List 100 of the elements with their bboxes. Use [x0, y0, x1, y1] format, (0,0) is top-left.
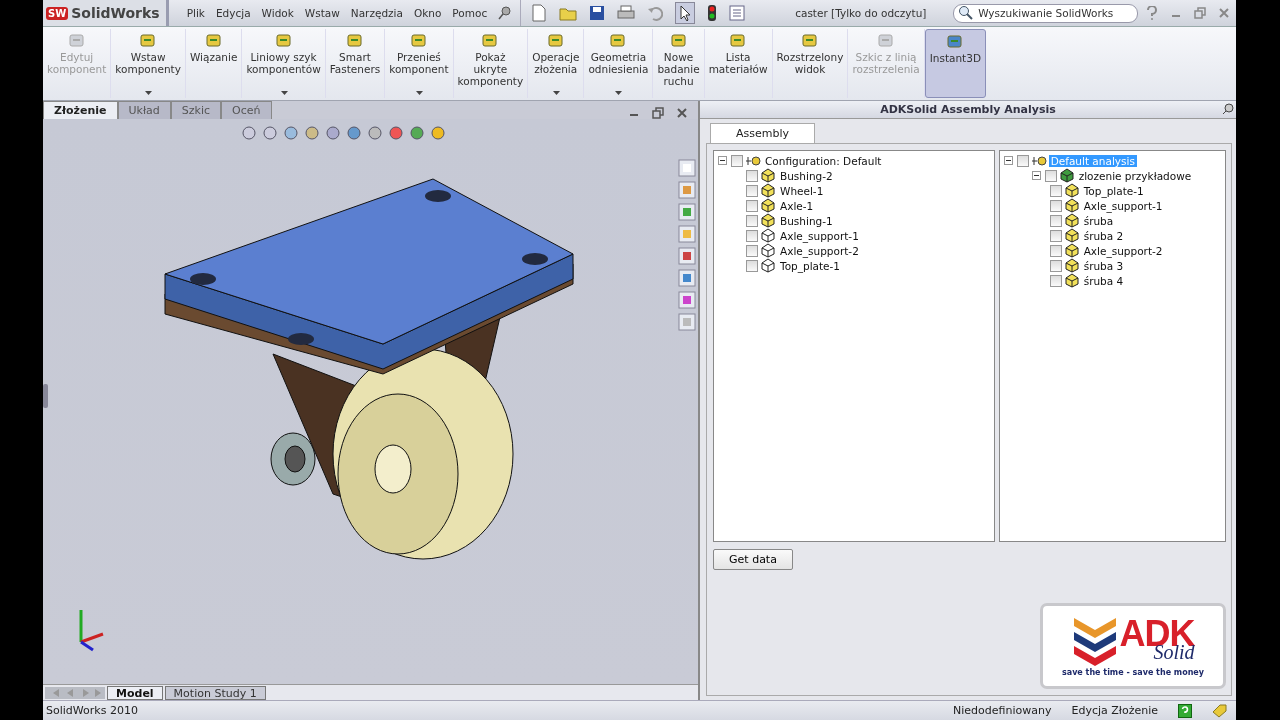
- close-icon[interactable]: [676, 107, 688, 119]
- tool-icon: [204, 32, 223, 50]
- checkbox[interactable]: [1049, 244, 1062, 257]
- ribbon-button[interactable]: Instant3D: [924, 29, 986, 98]
- tool-icon: [546, 32, 565, 50]
- save-icon[interactable]: [589, 5, 606, 21]
- tree-item[interactable]: Axle_support-2: [778, 244, 861, 257]
- menu-item[interactable]: Wstaw: [304, 7, 340, 19]
- status-text: SolidWorks 2010: [46, 704, 138, 717]
- checkbox[interactable]: [746, 244, 758, 257]
- collapse-icon[interactable]: [1003, 156, 1013, 165]
- menu-item[interactable]: Plik: [186, 7, 205, 19]
- tree-item[interactable]: Axle_support-1: [778, 229, 861, 242]
- ribbon-button[interactable]: Wiązanie: [185, 29, 243, 98]
- checkbox[interactable]: [746, 229, 758, 242]
- menu-item[interactable]: Edycja: [215, 7, 251, 19]
- checkbox[interactable]: [746, 199, 758, 212]
- get-data-button[interactable]: Get data: [713, 549, 793, 570]
- tree-item[interactable]: Configuration: Default: [763, 154, 884, 167]
- tree-item[interactable]: zlozenie przykładowe: [1076, 169, 1194, 182]
- ribbon-button[interactable]: Nowe badanie ruchu: [653, 29, 705, 98]
- tree-item[interactable]: Top_plate-1: [1081, 184, 1146, 197]
- search-field[interactable]: Wyszukiwanie SolidWorks: [953, 3, 1139, 23]
- tool-icon: [800, 32, 819, 50]
- checkbox[interactable]: [746, 259, 758, 272]
- checkbox[interactable]: [1044, 169, 1057, 182]
- new-document-icon[interactable]: [531, 4, 548, 22]
- help-icon[interactable]: [1178, 703, 1192, 718]
- select-pointer-icon[interactable]: [675, 2, 696, 24]
- print-icon[interactable]: [617, 5, 636, 21]
- collapse-icon[interactable]: [718, 156, 727, 165]
- tree-item[interactable]: Wheel-1: [778, 184, 826, 197]
- collapse-icon[interactable]: [1031, 171, 1041, 180]
- checkbox[interactable]: [746, 214, 758, 227]
- model-tab[interactable]: Model: [107, 685, 163, 700]
- checkbox[interactable]: [746, 184, 758, 197]
- menu-item[interactable]: Okno: [413, 7, 442, 19]
- checkbox[interactable]: [1049, 259, 1062, 272]
- menu-item[interactable]: Pomoc: [452, 7, 488, 19]
- tree-item[interactable]: śruba 4: [1081, 274, 1126, 287]
- panel-tab[interactable]: Assembly: [710, 123, 816, 143]
- panel-title: ADKSolid Assembly Analysis: [880, 103, 1056, 116]
- app-logo: SW SolidWorks: [43, 0, 169, 26]
- tool-icon: [139, 32, 158, 50]
- status-text: Edycja Złożenie: [1071, 704, 1158, 717]
- tree-item[interactable]: Bushing-1: [778, 214, 835, 227]
- checkbox[interactable]: [1049, 199, 1062, 212]
- checkbox[interactable]: [1049, 184, 1062, 197]
- ribbon-button[interactable]: Geometria odniesienia: [584, 29, 654, 98]
- undo-icon[interactable]: [647, 5, 664, 21]
- search-icon: [958, 5, 975, 21]
- ribbon-button[interactable]: Rozstrzelony widok: [772, 29, 849, 98]
- window-title: caster [Tylko do odczytu]: [795, 7, 928, 19]
- tree-item[interactable]: Axle_support-1: [1081, 199, 1165, 212]
- restore-icon[interactable]: [652, 107, 664, 119]
- open-folder-icon[interactable]: [559, 5, 578, 21]
- command-tab[interactable]: Złożenie: [43, 101, 118, 119]
- tree-item[interactable]: Bushing-2: [778, 169, 835, 182]
- close-icon[interactable]: [1218, 7, 1230, 19]
- ribbon-button[interactable]: Pokaż ukryte komponenty: [453, 29, 529, 98]
- configuration-icon: [745, 154, 761, 167]
- options-list-icon[interactable]: [729, 5, 746, 21]
- tree-item[interactable]: śruba 2: [1081, 229, 1126, 242]
- tree-item[interactable]: śruba 3: [1081, 259, 1126, 272]
- checkbox[interactable]: [1049, 274, 1062, 287]
- checkbox[interactable]: [1016, 154, 1029, 167]
- ribbon-button[interactable]: Operacje złożenia: [528, 29, 585, 98]
- tree-item[interactable]: Top_plate-1: [778, 259, 843, 272]
- menu-item[interactable]: Widok: [261, 7, 294, 19]
- checkbox[interactable]: [1049, 214, 1062, 227]
- panel-handle[interactable]: [43, 384, 48, 408]
- tool-icon: [729, 32, 748, 50]
- command-tab[interactable]: Układ: [117, 101, 171, 119]
- restore-icon[interactable]: [1194, 7, 1206, 19]
- tree-item[interactable]: Axle_support-2: [1081, 244, 1165, 257]
- ribbon-button[interactable]: Przenieś komponent: [385, 29, 454, 98]
- tool-icon: [669, 32, 688, 50]
- ribbon-button[interactable]: Lista materiałów: [704, 29, 773, 98]
- ribbon-button[interactable]: Smart Fasteners: [325, 29, 386, 98]
- tree-item[interactable]: Axle-1: [778, 199, 816, 212]
- tool-icon: [346, 32, 364, 50]
- model-tab[interactable]: Motion Study 1: [164, 685, 266, 700]
- command-tab[interactable]: Oceń: [221, 101, 272, 119]
- ribbon-button[interactable]: Liniowy szyk komponentów: [242, 29, 326, 98]
- brand-slogan: save the time - save the money: [1062, 667, 1204, 677]
- traffic-light-icon[interactable]: [707, 4, 718, 22]
- checkbox[interactable]: [746, 169, 758, 182]
- tag-icon[interactable]: [1212, 703, 1228, 718]
- scroll-arrows-icon[interactable]: [45, 686, 105, 699]
- configuration-icon: [1030, 154, 1047, 167]
- menu-item[interactable]: Narzędzia: [350, 7, 403, 19]
- command-tab[interactable]: Szkic: [170, 101, 222, 119]
- tool-icon: [67, 32, 86, 50]
- chevrons-icon: [1071, 615, 1118, 666]
- checkbox[interactable]: [1049, 229, 1062, 242]
- checkbox[interactable]: [731, 154, 743, 167]
- ribbon-button[interactable]: Wstaw komponenty: [111, 29, 186, 98]
- tool-icon: [609, 32, 628, 50]
- tree-item[interactable]: śruba: [1081, 214, 1116, 227]
- tool-icon: [409, 32, 428, 50]
